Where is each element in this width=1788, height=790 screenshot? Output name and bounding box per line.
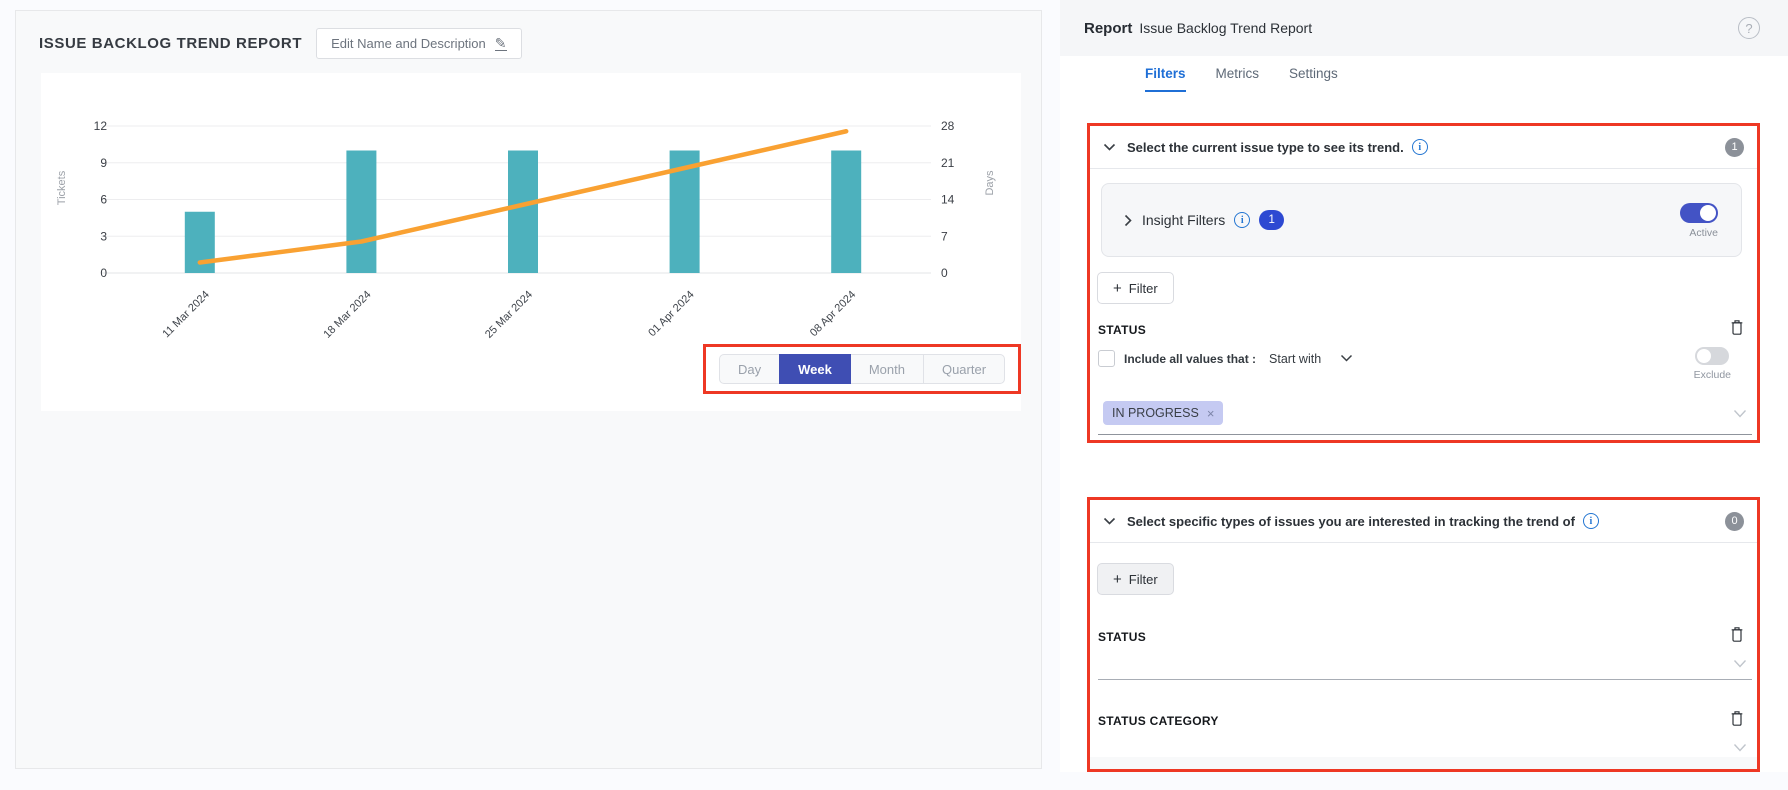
- chevron-down-icon: [1103, 517, 1116, 526]
- section2-header[interactable]: Select specific types of issues you are …: [1090, 500, 1757, 543]
- add-filter-label: Filter: [1129, 572, 1158, 587]
- x-tick-label: 11 Mar 2024: [160, 289, 212, 341]
- include-values-checkbox[interactable]: [1098, 350, 1115, 367]
- right-axis-tick: 21: [941, 156, 955, 170]
- insight-filters-count-badge: 1: [1259, 210, 1284, 230]
- period-quarter-button[interactable]: Quarter: [923, 354, 1005, 384]
- trash-icon[interactable]: [1729, 709, 1745, 733]
- issue-types-tracking-section: Select specific types of issues you are …: [1087, 497, 1760, 772]
- add-filter-label: Filter: [1129, 281, 1158, 296]
- status-chip: IN PROGRESS ×: [1103, 401, 1223, 425]
- right-axis-label: Days: [984, 170, 996, 196]
- chevron-right-icon: [1124, 214, 1133, 227]
- left-axis-label: Tickets: [56, 170, 68, 205]
- trash-icon[interactable]: [1729, 318, 1745, 342]
- edit-name-label: Edit Name and Description: [331, 36, 486, 51]
- panel-header-label: Report: [1084, 20, 1132, 37]
- section1-title: Select the current issue type to see its…: [1127, 140, 1404, 155]
- add-filter-button[interactable]: + Filter: [1097, 563, 1174, 595]
- insight-filters-expander[interactable]: Insight Filters i 1: [1124, 210, 1284, 230]
- tab-filters[interactable]: Filters: [1145, 66, 1186, 92]
- status-category-field-label: STATUS CATEGORY: [1098, 714, 1219, 728]
- bar-18-mar-2024: [346, 151, 376, 274]
- left-axis-tick: 0: [100, 266, 107, 280]
- x-tick-label: 18 Mar 2024: [321, 289, 373, 341]
- x-tick-label: 08 Apr 2024: [808, 289, 858, 339]
- info-glyph: i: [1418, 142, 1421, 153]
- section1-count-badge: 1: [1725, 138, 1744, 157]
- page-title: ISSUE BACKLOG TREND REPORT: [39, 35, 302, 52]
- status-field-label: STATUS: [1098, 630, 1146, 644]
- plus-icon: +: [1113, 571, 1122, 588]
- panel-header: Report Issue Backlog Trend Report ?: [1060, 0, 1788, 56]
- chevron-down-icon: [1103, 143, 1116, 152]
- left-axis-tick: 3: [100, 229, 107, 243]
- period-month-button[interactable]: Month: [850, 354, 924, 384]
- report-card-header: ISSUE BACKLOG TREND REPORT Edit Name and…: [39, 28, 522, 59]
- section1-header[interactable]: Select the current issue type to see its…: [1090, 126, 1757, 169]
- plus-icon: +: [1113, 280, 1122, 297]
- add-filter-button[interactable]: + Filter: [1097, 272, 1174, 304]
- insight-filters-card: Insight Filters i 1 Active: [1101, 183, 1742, 257]
- trash-icon[interactable]: [1729, 625, 1745, 649]
- info-icon[interactable]: i: [1412, 139, 1428, 155]
- info-glyph: i: [1590, 516, 1593, 527]
- insight-filters-toggle-label: Active: [1689, 227, 1718, 239]
- right-axis-tick: 0: [941, 266, 948, 280]
- x-tick-label: 01 Apr 2024: [646, 289, 696, 339]
- left-axis-tick: 6: [100, 193, 107, 207]
- report-card: ISSUE BACKLOG TREND REPORT Edit Name and…: [15, 10, 1042, 769]
- status-select-underline: [1098, 679, 1752, 680]
- insight-filters-active-toggle[interactable]: [1680, 203, 1718, 223]
- chevron-down-icon[interactable]: [1733, 740, 1747, 758]
- exclude-toggle[interactable]: [1695, 347, 1729, 365]
- bar-25-mar-2024: [508, 151, 538, 274]
- include-values-row: Include all values that : Start with: [1098, 350, 1353, 367]
- left-axis-tick: 12: [94, 119, 108, 133]
- panel-header-title: Issue Backlog Trend Report: [1139, 20, 1312, 36]
- edit-name-button[interactable]: Edit Name and Description ✎: [316, 28, 521, 59]
- info-icon[interactable]: i: [1234, 212, 1250, 228]
- tab-settings[interactable]: Settings: [1289, 66, 1338, 92]
- bar-08-apr-2024: [831, 151, 861, 274]
- right-axis-tick: 7: [941, 229, 948, 243]
- status-select-underline: [1098, 434, 1752, 435]
- insight-filters-label: Insight Filters: [1142, 212, 1225, 228]
- help-glyph: ?: [1745, 21, 1752, 36]
- period-toggle: DayWeekMonthQuarter: [719, 354, 1005, 384]
- chevron-down-icon[interactable]: [1733, 656, 1747, 674]
- toggle-knob: [1700, 205, 1716, 221]
- left-axis-tick: 9: [100, 156, 107, 170]
- chevron-down-icon[interactable]: [1733, 406, 1747, 424]
- exclude-toggle-label: Exclude: [1694, 369, 1731, 381]
- annotation-box-period-toggle: DayWeekMonthQuarter: [703, 344, 1021, 394]
- status-chip-label: IN PROGRESS: [1112, 406, 1199, 420]
- report-settings-panel: Report Issue Backlog Trend Report ? Filt…: [1060, 0, 1788, 772]
- section2-title: Select specific types of issues you are …: [1127, 514, 1575, 529]
- help-icon[interactable]: ?: [1738, 17, 1760, 39]
- right-axis-tick: 14: [941, 193, 955, 207]
- include-values-label: Include all values that :: [1124, 352, 1256, 366]
- x-tick-label: 25 Mar 2024: [483, 289, 535, 341]
- section2-count-badge: 0: [1725, 512, 1744, 531]
- match-option-select[interactable]: Start with: [1269, 352, 1321, 366]
- panel-tabs: Filters Metrics Settings: [1145, 66, 1338, 92]
- period-week-button[interactable]: Week: [779, 354, 851, 384]
- period-day-button[interactable]: Day: [719, 354, 780, 384]
- info-glyph: i: [1241, 215, 1244, 226]
- tab-metrics[interactable]: Metrics: [1216, 66, 1260, 92]
- issue-type-filter-section: Select the current issue type to see its…: [1087, 123, 1760, 443]
- chip-remove-icon[interactable]: ×: [1207, 406, 1215, 421]
- chevron-down-icon[interactable]: [1340, 354, 1353, 363]
- right-axis-tick: 28: [941, 119, 955, 133]
- panel-bottom-strip: [1090, 757, 1757, 769]
- status-field-label: STATUS: [1098, 323, 1146, 337]
- info-icon[interactable]: i: [1583, 513, 1599, 529]
- pencil-icon: ✎: [495, 37, 507, 51]
- toggle-knob: [1697, 349, 1711, 363]
